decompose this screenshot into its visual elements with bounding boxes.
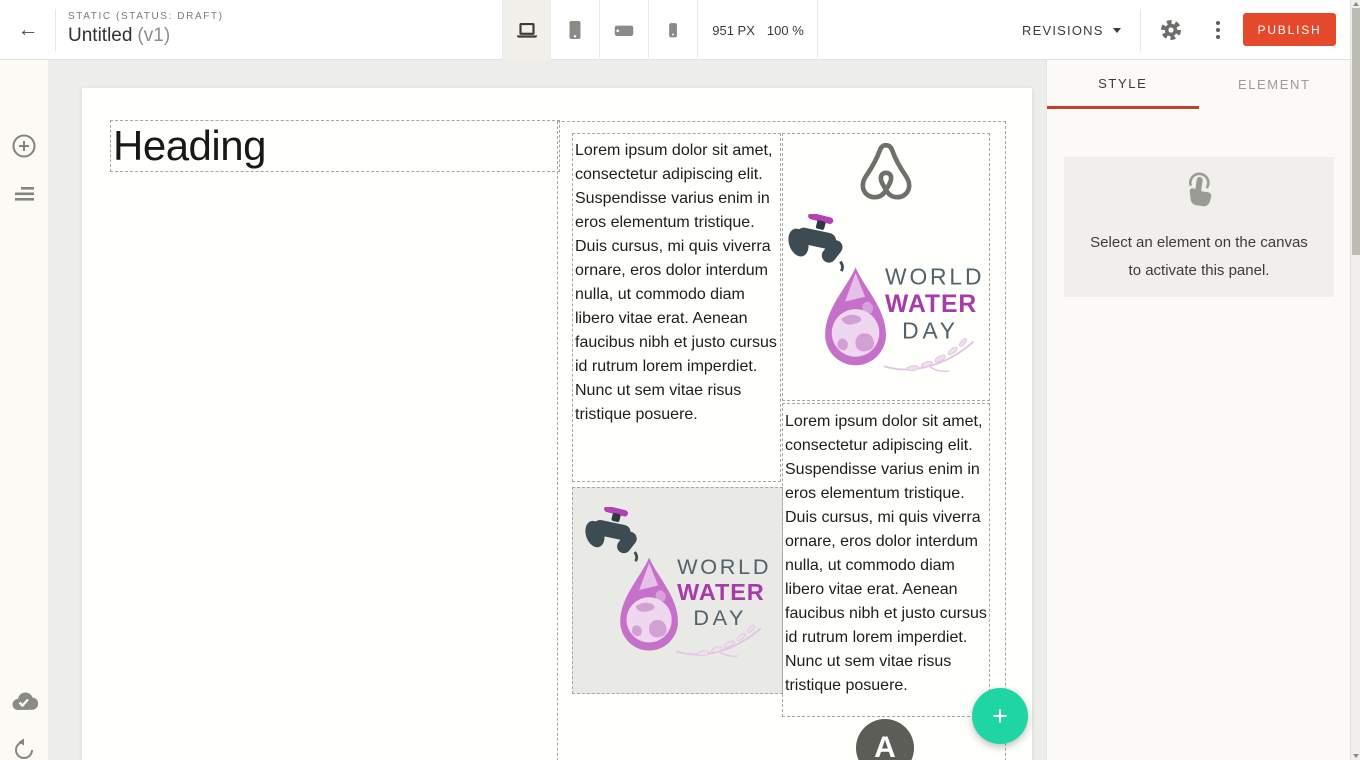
undo-button[interactable] <box>0 735 48 760</box>
vertical-scrollbar <box>1350 0 1360 760</box>
tap-icon <box>1179 170 1219 216</box>
autosave-status-button[interactable] <box>0 687 48 717</box>
heading-element[interactable]: Heading <box>110 120 560 172</box>
add-element-button[interactable] <box>0 131 48 161</box>
world-water-day-image <box>583 507 773 674</box>
placeholder-line-1: Select an element on the canvas <box>1064 229 1334 257</box>
sections-icon <box>15 186 34 202</box>
divider <box>55 9 56 51</box>
image-element-logos[interactable] <box>782 133 990 401</box>
add-circle-icon <box>11 133 37 159</box>
viewport-size-indicator: 951 PX 100 % <box>699 0 818 60</box>
left-toolbar <box>0 60 48 760</box>
page-builder-app: WORLD WATER DAY ← STATIC (STATUS: DRAFT)… <box>0 0 1360 760</box>
document-title: Untitled <box>68 25 132 46</box>
zoom-level-value: 100 % <box>767 23 804 38</box>
lorem-paragraph: Lorem ipsum dolor sit amet, consectetur … <box>785 410 989 698</box>
lorem-paragraph: Lorem ipsum dolor sit amet, consectetur … <box>575 139 780 427</box>
scroll-down-arrow[interactable] <box>1353 754 1359 758</box>
device-mobile-landscape-button[interactable] <box>600 0 649 60</box>
scrollbar-thumb[interactable] <box>1352 8 1360 255</box>
chevron-down-icon <box>1113 28 1121 33</box>
inspector-panel: STYLE ELEMENT Select an element on the c… <box>1046 60 1350 760</box>
device-desktop-button[interactable] <box>502 0 551 60</box>
kebab-icon <box>1216 21 1220 25</box>
back-button[interactable]: ← <box>10 15 46 45</box>
device-preview-switcher <box>502 0 698 60</box>
revisions-dropdown[interactable]: REVISIONS <box>1022 0 1121 60</box>
landing-page[interactable]: Heading Lorem ipsum dolor sit amet, cons… <box>82 88 1032 760</box>
device-mobile-portrait-button[interactable] <box>649 0 698 60</box>
device-tablet-button[interactable] <box>551 0 600 60</box>
gear-icon <box>1156 15 1186 45</box>
arrow-left-icon: ← <box>18 18 39 42</box>
document-title-block: STATIC (STATUS: DRAFT) Untitled(v1) <box>68 11 224 47</box>
inspector-tabs: STYLE ELEMENT <box>1047 60 1350 109</box>
tab-style[interactable]: STYLE <box>1047 60 1199 109</box>
cloud-saved-icon <box>10 691 38 713</box>
image-element-world-water-day-gray[interactable] <box>572 487 783 694</box>
undo-icon <box>12 738 36 760</box>
text-element-right[interactable]: Lorem ipsum dolor sit amet, consectetur … <box>782 403 990 717</box>
divider <box>1140 9 1141 51</box>
page-width-value: 951 PX <box>712 23 755 38</box>
tab-element[interactable]: ELEMENT <box>1199 60 1351 109</box>
settings-button[interactable] <box>1156 15 1186 45</box>
more-options-button[interactable] <box>1210 17 1226 43</box>
publish-button[interactable]: PUBLISH <box>1243 13 1336 46</box>
page-heading: Heading <box>111 121 559 170</box>
text-element-left[interactable]: Lorem ipsum dolor sit amet, consectetur … <box>572 133 781 482</box>
tablet-icon <box>563 17 587 43</box>
revisions-label: REVISIONS <box>1022 23 1104 38</box>
status-label: STATIC (STATUS: DRAFT) <box>68 11 224 22</box>
add-block-fab[interactable]: + <box>972 688 1028 744</box>
placeholder-line-2: to activate this panel. <box>1064 257 1334 285</box>
document-version: (v1) <box>137 25 170 46</box>
phone-landscape-icon <box>611 17 637 43</box>
sections-button[interactable] <box>0 179 48 209</box>
phone-portrait-icon <box>662 17 684 43</box>
editor-canvas: Heading Lorem ipsum dolor sit amet, cons… <box>48 60 1046 760</box>
laptop-icon <box>514 17 540 43</box>
airbnb-logo-icon <box>855 139 917 207</box>
top-toolbar: ← STATIC (STATUS: DRAFT) Untitled(v1) <box>0 0 1360 60</box>
scroll-up-arrow[interactable] <box>1353 2 1359 6</box>
avatar-letter: A <box>874 731 896 760</box>
world-water-day-image <box>786 214 986 390</box>
panel-placeholder: Select an element on the canvas to activ… <box>1064 157 1334 297</box>
